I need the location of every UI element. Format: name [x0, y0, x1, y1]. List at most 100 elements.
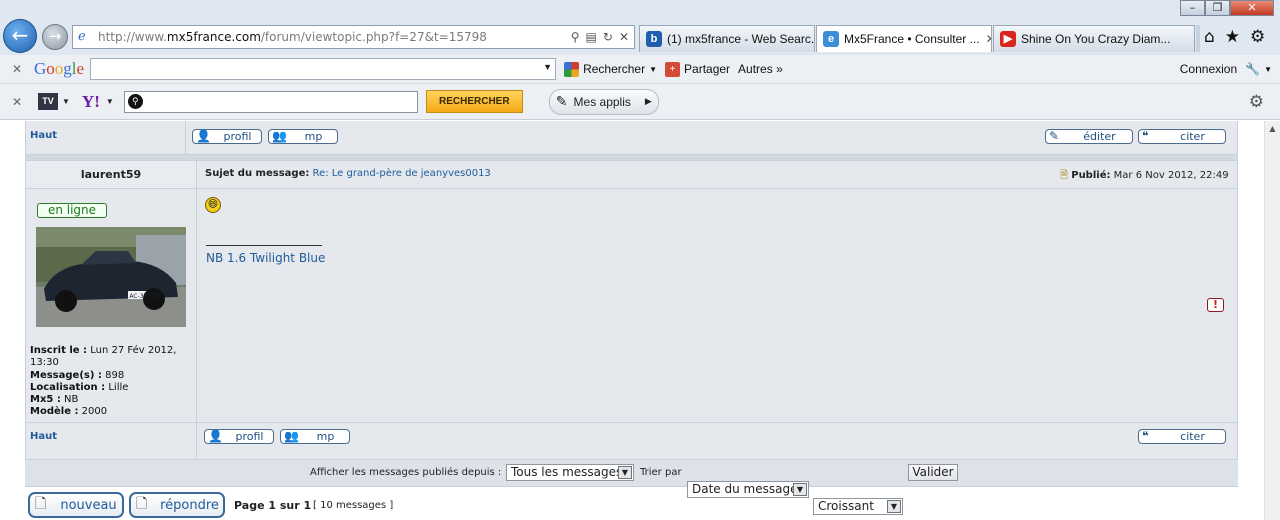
close-toolbar-icon[interactable]: ✕ [8, 95, 26, 109]
apps-icon: ✎ [555, 93, 568, 109]
edit-icon: ✎ [1049, 128, 1060, 143]
order-select[interactable]: Croissant ▼ [813, 498, 903, 515]
post-icon: 🗎 [1060, 170, 1069, 181]
display-label: Afficher les messages publiés depuis : [310, 467, 502, 478]
connexion-button[interactable]: Connexion 🔧 ▼ [1180, 62, 1272, 76]
divider [185, 121, 186, 154]
share-button[interactable]: + Partager [665, 61, 730, 77]
signature-text: NB 1.6 Twilight Blue [206, 251, 326, 265]
more-button[interactable]: Autres » [738, 62, 783, 76]
bing-icon: b [646, 31, 662, 47]
minimize-button[interactable]: – [1180, 0, 1205, 16]
quote-button[interactable]: ❝ citer [1138, 129, 1226, 144]
tab-label: Mx5France • Consulter ... [844, 32, 980, 46]
search-icon: ⚲ [127, 93, 143, 109]
users-icon: 👥 [284, 428, 299, 443]
refresh-icon[interactable]: ↻ [603, 30, 613, 44]
stop-icon[interactable]: ✕ [619, 30, 629, 44]
tab-mx5france[interactable]: e Mx5France • Consulter ... ✕ [816, 25, 992, 52]
options-gear-icon[interactable]: ⚙ [1249, 92, 1264, 112]
scroll-up-icon[interactable]: ▲ [1265, 124, 1280, 133]
info-row: Modèle : 2000 [30, 406, 108, 418]
divider [25, 160, 1238, 161]
google-search-input[interactable]: ▼ [90, 58, 557, 80]
subject-link[interactable]: Re: Le grand-père de jeanyves0013 [313, 168, 491, 179]
tab-youtube[interactable]: ▶ Shine On You Crazy Diam... [993, 25, 1195, 52]
signature-divider [206, 245, 322, 246]
url-text: http://www.mx5france.com/forum/viewtopic… [98, 30, 487, 44]
document-icon: 🗋 [136, 496, 148, 512]
online-status-badge: en ligne [37, 203, 107, 218]
message-count: [ 10 messages ] [313, 500, 394, 511]
new-tab-button[interactable] [1196, 25, 1200, 52]
quote-button[interactable]: ❝ citer [1138, 429, 1226, 444]
report-post-icon[interactable]: ! [1207, 298, 1224, 312]
vertical-scrollbar[interactable]: ▲ [1264, 121, 1280, 520]
user-icon: 👤 [208, 428, 223, 443]
yahoo-logo[interactable]: Y! [82, 92, 100, 112]
divider [25, 422, 1238, 423]
tv-icon[interactable]: TV [38, 93, 58, 110]
avatar: AC-357-TV [36, 227, 186, 327]
restore-button[interactable]: ❐ [1205, 0, 1230, 16]
yahoo-search-button[interactable]: RECHERCHER [425, 90, 523, 113]
page-indicator: Page 1 sur 1 [234, 499, 312, 512]
pm-button[interactable]: 👥 mp [280, 429, 350, 444]
top-link[interactable]: Haut [30, 130, 57, 141]
info-row: Mx5 : NB [30, 394, 79, 406]
info-row: Message(s) : 898 [30, 369, 125, 381]
display-select[interactable]: Tous les messages ▼ [506, 464, 634, 481]
post-date: 🗎 Publié: Mar 6 Nov 2012, 22:49 [1060, 170, 1229, 181]
car-photo: AC-357-TV [36, 227, 186, 327]
back-button[interactable]: ← [3, 19, 37, 53]
close-toolbar-icon[interactable]: ✕ [8, 62, 26, 76]
close-tab-icon[interactable]: ✕ [980, 32, 991, 46]
google-icon [564, 61, 580, 77]
info-row: Localisation : Lille [30, 381, 129, 393]
home-icon[interactable]: ⌂ [1204, 27, 1215, 47]
document-icon: 🗋 [35, 496, 47, 512]
address-bar[interactable]: ℯ http://www.mx5france.com/forum/viewtop… [72, 25, 635, 49]
forward-button[interactable]: → [42, 24, 68, 50]
compat-view-icon[interactable]: ▤ [586, 30, 597, 44]
google-search-button[interactable]: Rechercher ▼ [564, 61, 657, 77]
tab-label: (1) mx5france - Web Searc... [667, 32, 815, 46]
quote-icon: ❝ [1142, 428, 1149, 443]
settings-gear-icon[interactable]: ⚙ [1250, 27, 1265, 47]
license-plate: AC-357-TV [129, 293, 161, 300]
edit-button[interactable]: ✎ éditer [1045, 129, 1133, 144]
tab-label: Shine On You Crazy Diam... [1021, 32, 1171, 46]
post-author[interactable]: laurent59 [26, 168, 196, 181]
tab-bing[interactable]: b (1) mx5france - Web Searc... [639, 25, 815, 52]
close-window-button[interactable]: ✕ [1230, 0, 1274, 16]
new-topic-button[interactable]: 🗋 nouveau [28, 492, 124, 518]
user-icon: 👤 [196, 128, 211, 143]
top-link[interactable]: Haut [30, 431, 57, 442]
pm-button[interactable]: 👥 mp [268, 129, 338, 144]
chevron-down-icon[interactable]: ▼ [543, 62, 552, 72]
wrench-icon[interactable]: 🔧 [1245, 62, 1260, 76]
quote-icon: ❝ [1142, 128, 1149, 143]
post-subject: Sujet du message: Re: Le grand-père de j… [205, 168, 491, 179]
sort-label: Trier par [640, 467, 682, 478]
yahoo-search-input[interactable]: ⚲ [123, 90, 418, 113]
window-controls: – ❐ ✕ [1180, 0, 1274, 17]
yahoo-toolbar: ✕ TV ▼ Y! ▼ ⚲ RECHERCHER ✎ Mes applis ▶ … [0, 84, 1280, 120]
validate-button[interactable]: Valider [908, 464, 958, 481]
ie-icon: e [823, 31, 839, 47]
divider [196, 161, 197, 459]
sort-select[interactable]: Date du message ▼ [687, 481, 809, 498]
favorites-star-icon[interactable]: ★ [1225, 27, 1240, 47]
info-row: Inscrit le : Lun 27 Fév 2012, 13:30 [30, 345, 177, 369]
profile-button[interactable]: 👤 profil [204, 429, 274, 444]
chevron-down-icon: ▼ [618, 466, 632, 479]
divider [25, 188, 1238, 189]
youtube-icon: ▶ [1000, 31, 1016, 47]
laughing-smiley-icon: 😄 [205, 197, 221, 213]
profile-button[interactable]: 👤 profil [192, 129, 262, 144]
google-logo: Google [34, 59, 85, 78]
search-icon[interactable]: ⚲ [571, 30, 580, 44]
reply-button[interactable]: 🗋 répondre [129, 492, 225, 518]
share-icon: + [665, 61, 681, 77]
my-apps-button[interactable]: ✎ Mes applis ▶ [548, 88, 659, 115]
